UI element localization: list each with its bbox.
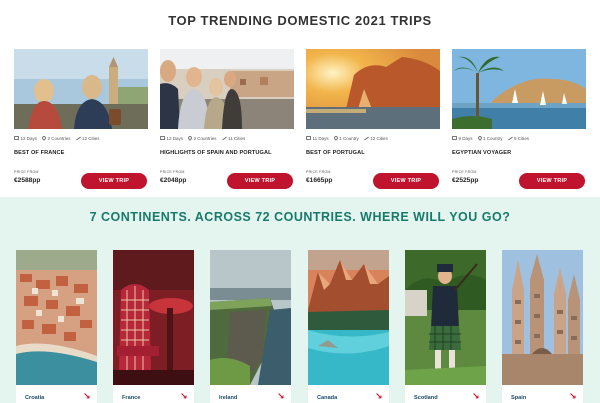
trip-card-highlights-spain-portugal[interactable]: 12 Days 2 Countries 11 Cities HIGHLIGHTS…	[160, 49, 294, 194]
calendar-icon	[14, 136, 19, 140]
trip-countries: 1 Country	[483, 135, 503, 141]
continents-section: 7 CONTINENTS. ACROSS 72 COUNTRIES. WHERE…	[0, 197, 600, 403]
trip-countries: 2 Countries	[47, 135, 71, 141]
trip-name[interactable]: HIGHLIGHTS OF SPAIN AND PORTUGAL	[160, 150, 300, 156]
arrow-icon[interactable]: ↘	[569, 391, 577, 401]
destination-card-france[interactable]: France ↘	[113, 250, 194, 403]
trip-card-best-of-portugal[interactable]: 11 Days 1 Country 12 Cities BEST OF PORT…	[306, 49, 440, 194]
plane-icon	[364, 136, 369, 141]
arrow-icon[interactable]: ↘	[277, 391, 285, 401]
trip-name[interactable]: BEST OF PORTUGAL	[306, 150, 446, 156]
destination-photo[interactable]	[16, 250, 97, 385]
destination-photo[interactable]	[308, 250, 389, 385]
trip-name[interactable]: EGYPTIAN VOYAGER	[452, 150, 592, 156]
trip-countries: 1 Country	[339, 135, 359, 141]
destination-name[interactable]: Spain	[511, 395, 526, 401]
destination-card-canada[interactable]: Canada ↘	[308, 250, 389, 403]
arrow-icon[interactable]: ↘	[180, 391, 188, 401]
trip-price: €1665pp	[306, 177, 333, 184]
destination-card-scotland[interactable]: Scotland ↘	[405, 250, 486, 403]
destination-name[interactable]: Canada	[317, 395, 337, 401]
plane-icon	[508, 136, 513, 141]
trip-days: 12 Days	[166, 135, 184, 141]
trip-countries: 2 Countries	[193, 135, 217, 141]
trending-trips-title: TOP TRENDING DOMESTIC 2021 TRIPS	[168, 13, 432, 28]
calendar-icon	[160, 136, 165, 140]
view-trip-button[interactable]: VIEW TRIP	[373, 173, 439, 189]
location-pin-icon	[332, 135, 339, 141]
price-from-label: PRICE FROM	[14, 170, 39, 174]
location-pin-icon	[187, 135, 193, 141]
location-pin-icon	[476, 135, 483, 141]
trip-cities: 11 Cities	[228, 135, 246, 141]
destination-photo[interactable]	[405, 250, 486, 385]
price-from-label: PRICE FROM	[160, 170, 185, 174]
destination-photo[interactable]	[210, 250, 291, 385]
destination-card-ireland[interactable]: Ireland ↘	[210, 250, 291, 403]
destination-name[interactable]: Scotland	[414, 395, 438, 401]
trip-days: 9 Days	[458, 135, 473, 141]
price-from-label: PRICE FROM	[306, 170, 331, 174]
trip-meta: 11 Days 1 Country 12 Cities	[306, 134, 440, 142]
destination-photo[interactable]	[113, 250, 194, 385]
trip-photo[interactable]	[14, 49, 148, 129]
trip-cities: 5 Cities	[514, 135, 530, 141]
trip-meta: 12 Days 2 Countries 11 Cities	[160, 134, 294, 142]
view-trip-button[interactable]: VIEW TRIP	[81, 173, 147, 189]
plane-icon	[76, 136, 81, 141]
trip-card-egyptian-voyager[interactable]: 9 Days 1 Country 5 Cities EGYPTIAN VOYAG…	[452, 49, 586, 194]
trip-cities: 12 Cities	[82, 135, 100, 141]
trip-days: 12 Days	[20, 135, 38, 141]
trip-photo[interactable]	[160, 49, 294, 129]
trip-price: €2588pp	[14, 177, 41, 184]
plane-icon	[222, 136, 227, 141]
destination-card-croatia[interactable]: Croatia ↘	[16, 250, 97, 403]
calendar-icon	[306, 136, 311, 140]
trending-trips-section: TOP TRENDING DOMESTIC 2021 TRIPS 12 Days…	[0, 0, 600, 197]
destination-name[interactable]: France	[122, 395, 140, 401]
destination-name[interactable]: Croatia	[25, 395, 44, 401]
trip-photo[interactable]	[452, 49, 586, 129]
trip-price: €2048pp	[160, 177, 187, 184]
destination-photo[interactable]	[502, 250, 583, 385]
trip-meta: 9 Days 1 Country 5 Cities	[452, 134, 586, 142]
price-from-label: PRICE FROM	[452, 170, 477, 174]
page: TOP TRENDING DOMESTIC 2021 TRIPS 12 Days…	[0, 0, 600, 403]
destination-card-spain[interactable]: Spain ↘	[502, 250, 583, 403]
view-trip-button[interactable]: VIEW TRIP	[519, 173, 585, 189]
arrow-icon[interactable]: ↘	[472, 391, 480, 401]
trip-name[interactable]: BEST OF FRANCE	[14, 150, 154, 156]
trip-price: €2525pp	[452, 177, 479, 184]
arrow-icon[interactable]: ↘	[375, 391, 383, 401]
trip-meta: 12 Days 2 Countries 12 Cities	[14, 134, 148, 142]
view-trip-button[interactable]: VIEW TRIP	[227, 173, 293, 189]
continents-title: 7 CONTINENTS. ACROSS 72 COUNTRIES. WHERE…	[89, 210, 511, 224]
location-pin-icon	[41, 135, 47, 141]
trip-cities: 12 Cities	[370, 135, 388, 141]
calendar-icon	[452, 136, 457, 140]
arrow-icon[interactable]: ↘	[83, 391, 91, 401]
trip-days: 11 Days	[312, 135, 329, 141]
trip-card-best-of-france[interactable]: 12 Days 2 Countries 12 Cities BEST OF FR…	[14, 49, 148, 194]
destination-name[interactable]: Ireland	[219, 395, 237, 401]
trip-photo[interactable]	[306, 49, 440, 129]
